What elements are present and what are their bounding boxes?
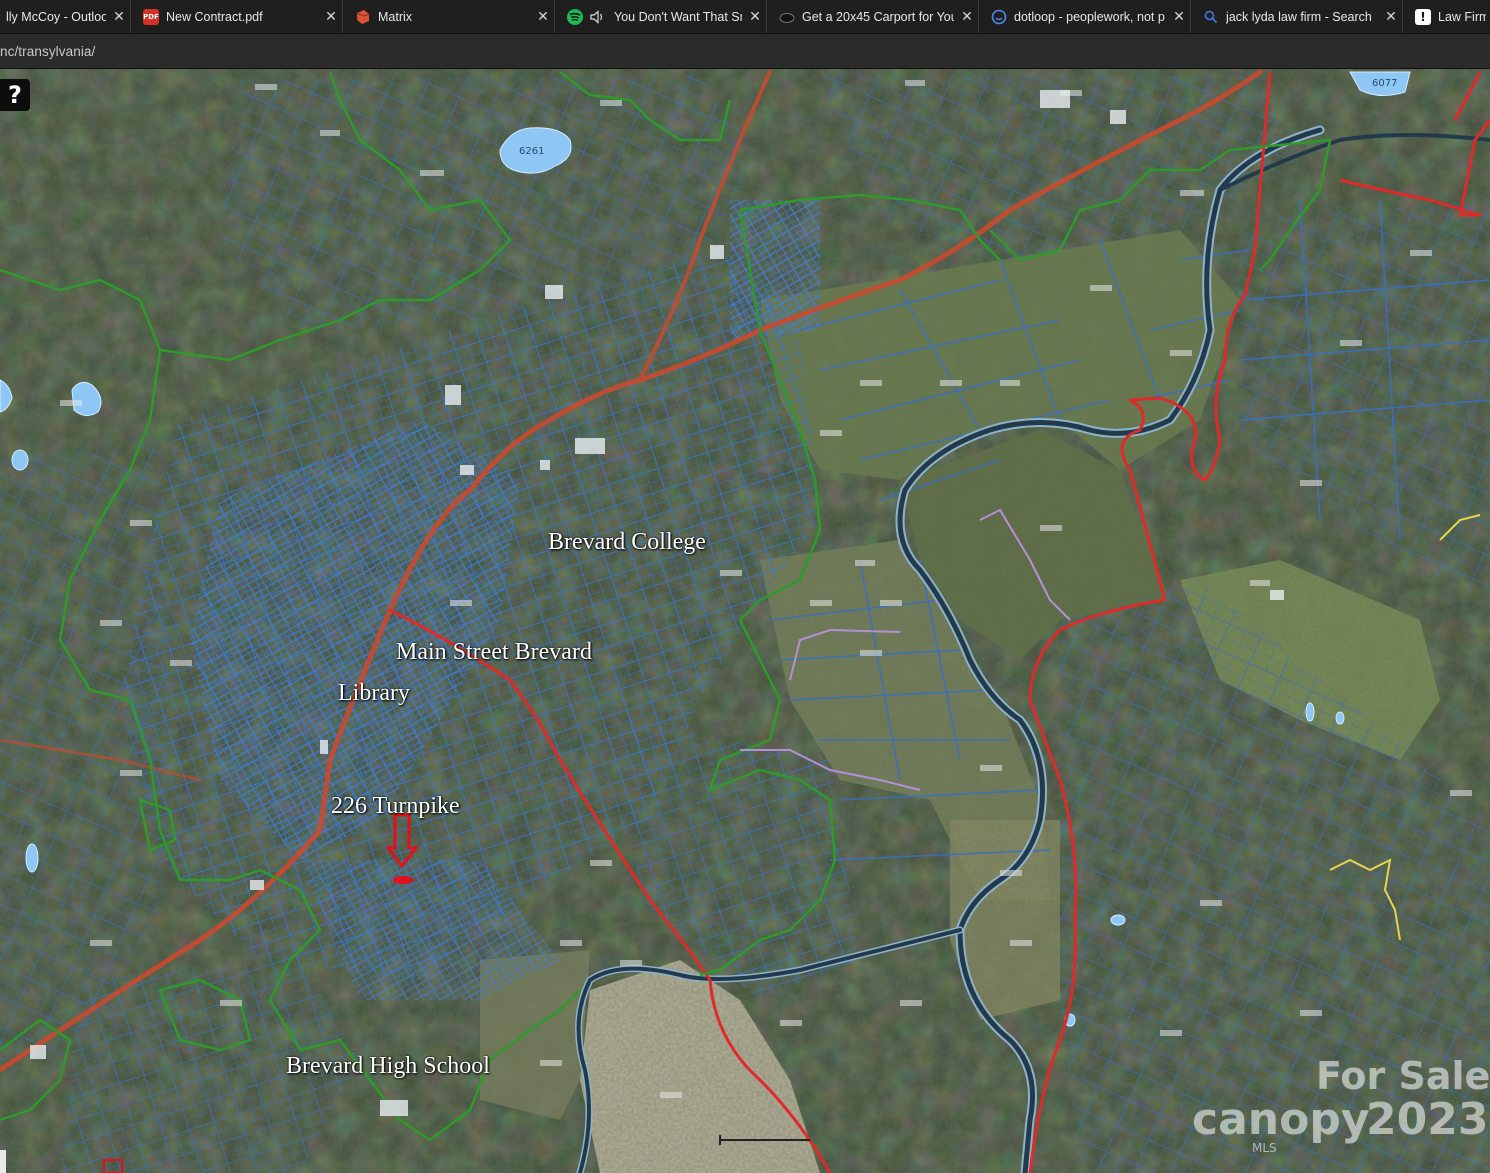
tab-title: Matrix	[378, 9, 413, 24]
watermark-year: 2023	[1366, 1094, 1489, 1145]
property-parcel-highlight	[393, 876, 413, 884]
bottom-left-edge	[0, 1150, 6, 1173]
search-icon	[1203, 9, 1219, 25]
tab-law-search[interactable]: jack lyda law firm - Search ✕	[1197, 0, 1403, 33]
parcels-northeast	[730, 200, 820, 340]
pond-golf	[1305, 702, 1315, 722]
tab-matrix[interactable]: Matrix ✕	[349, 0, 555, 33]
tab-title: Get a 20x45 Carport for Your	[802, 9, 954, 24]
help-button[interactable]: ?	[0, 79, 30, 111]
spotify-icon	[567, 8, 583, 25]
tab-new-contract[interactable]: PDF New Contract.pdf ✕	[137, 0, 343, 33]
dotloop-icon	[991, 9, 1007, 25]
tab-carport[interactable]: Get a 20x45 Carport for Your ✕	[773, 0, 979, 33]
tab-title: New Contract.pdf	[166, 9, 263, 24]
watermark-for-sale: For Sale	[1316, 1054, 1490, 1098]
close-icon[interactable]: ✕	[112, 10, 126, 24]
close-icon[interactable]: ✕	[536, 10, 550, 24]
alert-icon: !	[1415, 8, 1431, 25]
speaker-icon[interactable]	[590, 9, 606, 25]
watermark-mls: MLS	[1252, 1141, 1277, 1155]
cloud-icon	[779, 9, 795, 25]
lake-parcel-number-2: 6077	[1372, 78, 1397, 89]
label-high-school: Brevard High School	[286, 1053, 490, 1079]
matrix-icon	[355, 9, 371, 25]
close-icon[interactable]: ✕	[324, 10, 338, 24]
parcel-map[interactable]: 6261 6077 Brevard College Main Street Br…	[0, 69, 1490, 1173]
browser-tab-bar: lly McCoy - Outlook ✕ PDF New Contract.p…	[0, 0, 1490, 34]
close-icon[interactable]: ✕	[960, 10, 974, 24]
tab-title: lly McCoy - Outlook	[6, 9, 106, 24]
address-bar[interactable]: nc/transylvania/	[0, 34, 1490, 69]
map-canvas[interactable]: 6261 6077	[0, 69, 1490, 1173]
tab-spotify[interactable]: You Don't Want That Sn ✕	[561, 0, 767, 33]
tab-law-firm[interactable]: ! Law Firm	[1409, 0, 1490, 33]
tab-title: dotloop - peoplework, not p	[1014, 9, 1165, 24]
label-library: Library	[338, 680, 410, 706]
close-icon[interactable]: ✕	[1384, 10, 1398, 24]
tab-title: You Don't Want That Sn	[614, 9, 742, 24]
close-icon[interactable]: ✕	[1172, 10, 1186, 24]
label-brevard-college: Brevard College	[548, 529, 706, 555]
pond-small-2	[25, 843, 39, 873]
tab-title: Law Firm	[1438, 9, 1486, 24]
tab-outlook[interactable]: lly McCoy - Outlook ✕	[0, 0, 131, 33]
pond-east	[1110, 914, 1126, 926]
url-text[interactable]: nc/transylvania/	[0, 44, 95, 59]
label-main-street: Main Street Brevard	[396, 639, 592, 665]
pond-golf-2	[1335, 711, 1345, 725]
label-turnpike: 226 Turnpike	[331, 793, 460, 819]
watermark-brand: canopy	[1192, 1094, 1370, 1145]
pdf-icon: PDF	[143, 8, 159, 25]
tab-dotloop[interactable]: dotloop - peoplework, not p ✕	[985, 0, 1191, 33]
lake-parcel-number: 6261	[519, 146, 544, 157]
pond-small	[11, 449, 29, 471]
tab-title: jack lyda law firm - Search	[1226, 9, 1372, 24]
close-icon[interactable]: ✕	[748, 10, 762, 24]
